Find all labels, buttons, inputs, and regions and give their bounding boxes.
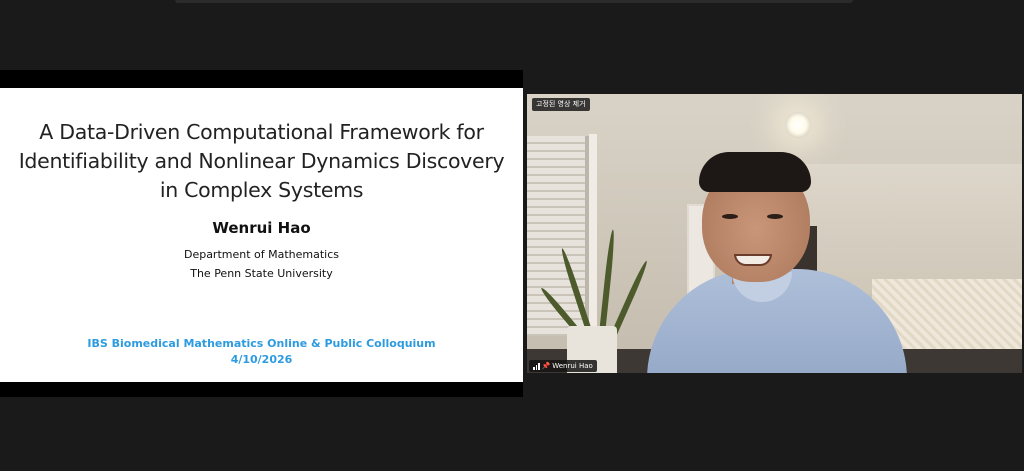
- person-left-eye: [722, 214, 738, 219]
- slide-title: A Data-Driven Computational Framework fo…: [0, 118, 523, 205]
- presentation-slide: A Data-Driven Computational Framework fo…: [0, 88, 523, 382]
- slide-title-line-2: Identifiability and Nonlinear Dynamics D…: [18, 149, 505, 173]
- person-right-eye: [767, 214, 783, 219]
- slide-event: IBS Biomedical Mathematics Online & Publ…: [87, 337, 436, 350]
- slide-department: Department of Mathematics: [183, 248, 340, 261]
- shared-screen: A Data-Driven Computational Framework fo…: [0, 70, 523, 397]
- person-smile: [734, 254, 772, 266]
- plant-leaf: [611, 259, 650, 336]
- window-frame: [589, 134, 597, 339]
- plant-leaf: [599, 229, 616, 335]
- participant-name: Wenrui Hao: [552, 362, 593, 370]
- signal-icon: [533, 362, 540, 370]
- participant-name-tag: 📌 Wenrui Hao: [529, 360, 597, 372]
- slide-author: Wenrui Hao: [212, 219, 311, 237]
- person-hair: [699, 152, 811, 192]
- slide-date: 4/10/2026: [230, 353, 293, 366]
- ceiling-light: [785, 112, 811, 138]
- slide-university: The Penn State University: [190, 267, 333, 280]
- slide-title-line-1: A Data-Driven Computational Framework fo…: [39, 120, 484, 144]
- slide-title-line-3: in Complex Systems: [159, 178, 364, 202]
- top-toolbar-strip: [175, 0, 853, 3]
- participant-video[interactable]: [527, 94, 1022, 373]
- pin-icon: 📌: [541, 362, 551, 370]
- remove-pinned-video-button[interactable]: 고정된 영상 제거: [532, 98, 590, 111]
